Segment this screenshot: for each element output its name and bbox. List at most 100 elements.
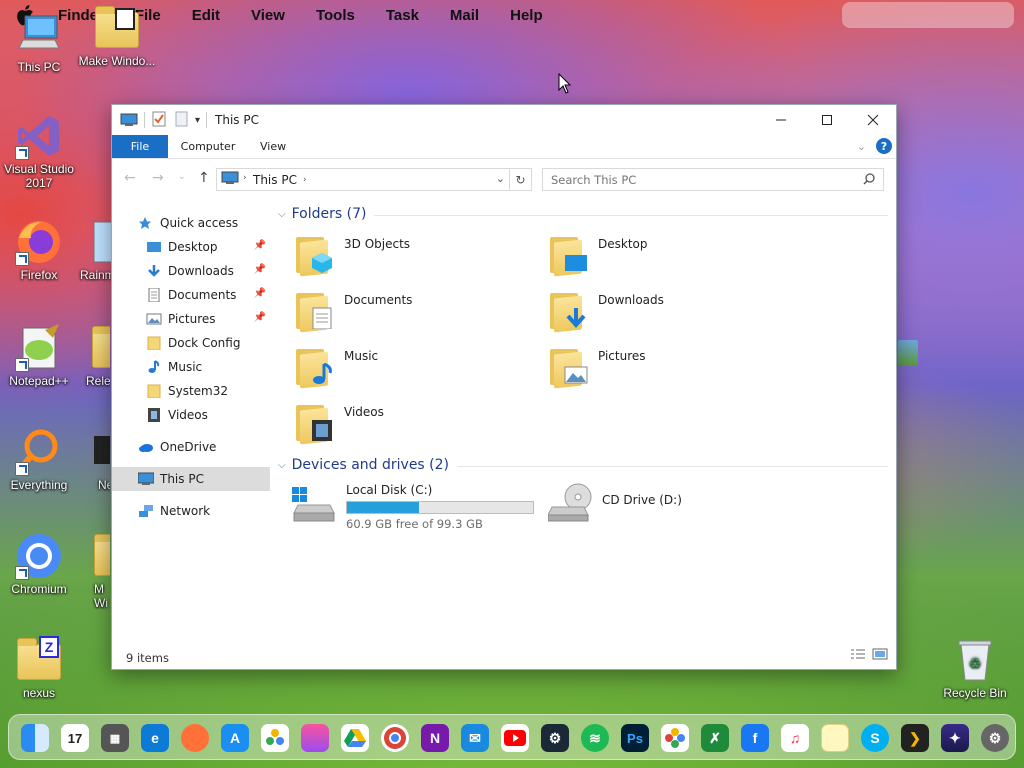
nav-onedrive[interactable]: OneDrive bbox=[112, 435, 270, 459]
nav-item-dock-config[interactable]: Dock Config bbox=[112, 331, 270, 355]
photoshop-icon[interactable]: Ps bbox=[621, 724, 649, 752]
pin-icon[interactable]: 📌 bbox=[254, 264, 266, 275]
chromium-icon bbox=[15, 532, 63, 580]
siri-icon[interactable]: ✦ bbox=[941, 724, 969, 752]
breadcrumb-chevron-icon[interactable]: › bbox=[243, 173, 247, 183]
tab-file[interactable]: File bbox=[112, 135, 168, 158]
folders-group-header[interactable]: ⌵ Folders (7) bbox=[278, 203, 888, 225]
nav-network[interactable]: Network bbox=[112, 499, 270, 523]
customize-quick-access-icon[interactable]: ▾ bbox=[195, 115, 200, 126]
chrome-icon[interactable] bbox=[381, 724, 409, 752]
tab-view[interactable]: View bbox=[248, 135, 298, 158]
devices-group-header[interactable]: ⌵ Devices and drives (2) bbox=[278, 454, 888, 476]
refresh-icon[interactable]: ↻ bbox=[509, 169, 531, 190]
desktop-icon-notepadpp[interactable]: Notepad++ bbox=[0, 324, 78, 388]
photos-flower-icon[interactable] bbox=[661, 724, 689, 752]
search-input[interactable] bbox=[551, 172, 851, 187]
menu-view[interactable]: View bbox=[251, 7, 285, 24]
folder-3d-objects[interactable]: 3D Objects bbox=[296, 233, 536, 277]
onenote-icon[interactable]: N bbox=[421, 724, 449, 752]
edge-icon[interactable]: e bbox=[141, 724, 169, 752]
mail-icon[interactable]: ✉ bbox=[461, 724, 489, 752]
spotify-icon[interactable]: ≋ bbox=[581, 724, 609, 752]
minimize-button[interactable] bbox=[758, 105, 804, 135]
folder-desktop[interactable]: Desktop bbox=[550, 233, 790, 277]
details-view-icon[interactable] bbox=[850, 648, 866, 663]
expand-ribbon-icon[interactable]: ⌄ bbox=[857, 140, 866, 153]
folder-pictures[interactable]: Pictures bbox=[550, 345, 790, 389]
forward-arrow-icon[interactable]: → bbox=[152, 170, 164, 186]
menu-help[interactable]: Help bbox=[510, 7, 543, 24]
drive-cd-d[interactable]: CD Drive (D:) bbox=[547, 483, 682, 523]
desktop-icon-ne[interactable]: Ne bbox=[70, 428, 110, 492]
skype-icon[interactable]: S bbox=[861, 724, 889, 752]
menu-task[interactable]: Task bbox=[386, 7, 419, 24]
desktop-icon-make-windows[interactable]: Make Windo... bbox=[78, 4, 156, 68]
steam-icon[interactable]: ⚙ bbox=[541, 724, 569, 752]
breadcrumb-chevron-icon[interactable]: › bbox=[303, 175, 307, 185]
new-folder-icon[interactable] bbox=[175, 111, 189, 130]
nav-item-pictures[interactable]: Pictures 📌 bbox=[112, 307, 270, 331]
app-store-icon[interactable]: A bbox=[221, 724, 249, 752]
search-box[interactable] bbox=[542, 168, 884, 191]
title-bar[interactable]: ▾ This PC bbox=[112, 105, 896, 135]
drive-usage-bar bbox=[346, 501, 534, 514]
pin-icon[interactable]: 📌 bbox=[254, 288, 266, 299]
desktop-icon-this-pc[interactable]: This PC bbox=[0, 10, 78, 74]
everything-icon bbox=[15, 428, 63, 476]
back-arrow-icon[interactable]: ← bbox=[124, 170, 136, 186]
maximize-button[interactable] bbox=[804, 105, 850, 135]
address-bar[interactable]: › This PC › ⌄ ↻ bbox=[216, 168, 532, 191]
address-dropdown-icon[interactable]: ⌄ bbox=[496, 172, 505, 185]
nav-item-music[interactable]: Music bbox=[112, 355, 270, 379]
drive-local-disk-c[interactable]: Local Disk (C:) 60.9 GB free of 99.3 GB bbox=[292, 483, 534, 531]
folder-music[interactable]: Music bbox=[296, 345, 536, 389]
google-drive-icon[interactable] bbox=[341, 724, 369, 752]
notes-icon[interactable] bbox=[821, 724, 849, 752]
desktop-icon-visual-studio[interactable]: Visual Studio 2017 bbox=[0, 112, 78, 190]
menu-mail[interactable]: Mail bbox=[450, 7, 479, 24]
desktop-icon-chromium[interactable]: Chromium bbox=[0, 532, 78, 596]
desktop-icon-nexus[interactable]: Z nexus bbox=[0, 636, 78, 700]
desktop-icon-everything[interactable]: Everything bbox=[0, 428, 78, 492]
desktop-icon-mw[interactable]: M Wi bbox=[70, 532, 110, 610]
breadcrumb-this-pc[interactable]: This PC bbox=[253, 173, 297, 187]
up-arrow-icon[interactable]: ↑ bbox=[198, 170, 210, 186]
pin-icon[interactable]: 📌 bbox=[254, 312, 266, 323]
pin-icon[interactable]: 📌 bbox=[254, 240, 266, 251]
finder-icon[interactable] bbox=[21, 724, 49, 752]
facebook-icon[interactable]: f bbox=[741, 724, 769, 752]
help-icon[interactable]: ? bbox=[876, 138, 892, 154]
calendar-icon[interactable]: 17 bbox=[61, 724, 89, 752]
excel-like-icon[interactable]: ✗ bbox=[701, 724, 729, 752]
recent-locations-icon[interactable]: ⌄ bbox=[178, 172, 186, 182]
app-icon[interactable] bbox=[301, 724, 329, 752]
firefox-icon[interactable] bbox=[181, 724, 209, 752]
large-icons-view-icon[interactable] bbox=[872, 648, 888, 663]
dock: 17 ▦ e A N ✉ ⚙ ≋ Ps ✗ f ♫ S ❯ ✦ ⚙ bbox=[8, 714, 1016, 760]
menu-edit[interactable]: Edit bbox=[192, 7, 220, 24]
nav-item-downloads[interactable]: Downloads 📌 bbox=[112, 259, 270, 283]
nav-item-videos[interactable]: Videos bbox=[112, 403, 270, 427]
photos-icon[interactable] bbox=[261, 724, 289, 752]
settings-gear-icon[interactable]: ⚙ bbox=[981, 724, 1009, 752]
calculator-icon[interactable]: ▦ bbox=[101, 724, 129, 752]
landscape-thumbnail-icon[interactable] bbox=[898, 340, 918, 366]
close-button[interactable] bbox=[850, 105, 896, 135]
menu-tools[interactable]: Tools bbox=[316, 7, 355, 24]
music-icon[interactable]: ♫ bbox=[781, 724, 809, 752]
folder-documents[interactable]: Documents bbox=[296, 289, 536, 333]
folder-downloads[interactable]: Downloads bbox=[550, 289, 790, 333]
properties-icon[interactable] bbox=[151, 111, 167, 130]
terminal-icon[interactable]: ❯ bbox=[901, 724, 929, 752]
nav-this-pc[interactable]: This PC bbox=[112, 467, 270, 491]
nav-quick-access[interactable]: Quick access bbox=[112, 211, 270, 235]
nav-item-desktop[interactable]: Desktop 📌 bbox=[112, 235, 270, 259]
desktop-icon-recycle-bin[interactable]: ♻ Recycle Bin bbox=[936, 636, 1014, 700]
tab-computer[interactable]: Computer bbox=[168, 135, 248, 158]
folder-videos[interactable]: Videos bbox=[296, 401, 536, 445]
nav-item-system32[interactable]: System32 bbox=[112, 379, 270, 403]
nav-item-documents[interactable]: Documents 📌 bbox=[112, 283, 270, 307]
youtube-icon[interactable] bbox=[501, 724, 529, 752]
desktop-icon-release[interactable]: Relea bbox=[70, 324, 110, 388]
